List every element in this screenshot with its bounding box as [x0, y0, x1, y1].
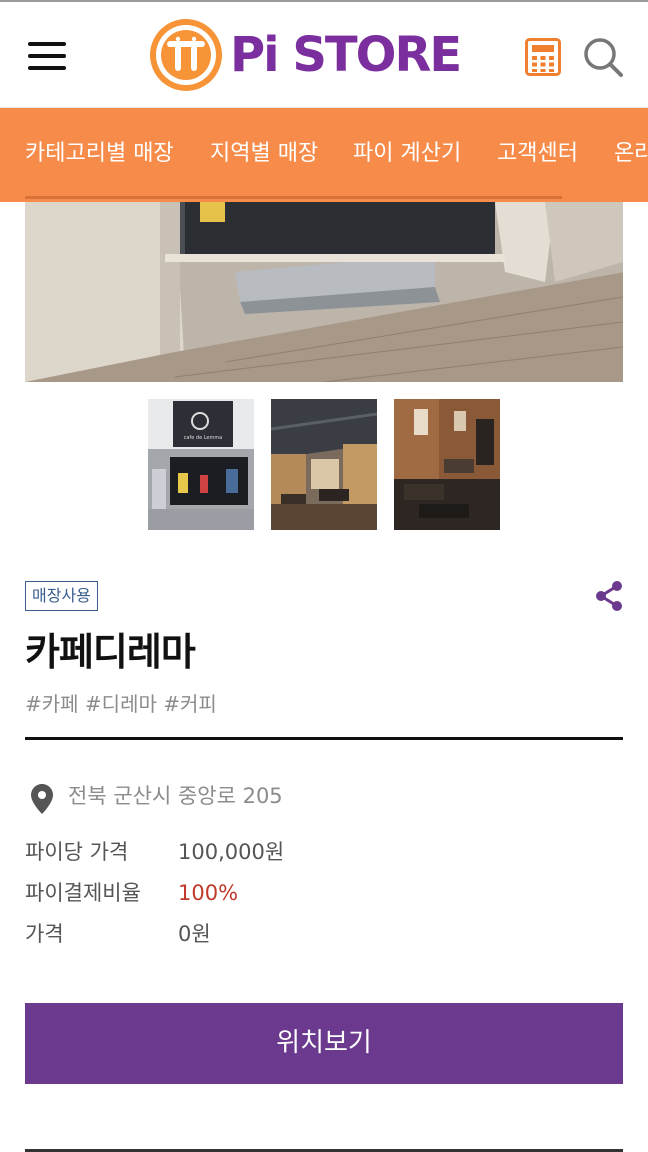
nav-item-online[interactable]: 온라: [614, 138, 648, 170]
pi-payment-ratio-label: 파이결제비율: [25, 881, 141, 905]
nav-item-category-stores[interactable]: 카테고리별 매장: [25, 138, 174, 170]
pi-payment-ratio-value: 100%: [178, 881, 239, 905]
price-value: 0원: [178, 922, 211, 946]
app-header: Pi STORE: [0, 0, 648, 108]
price-label: 가격: [25, 922, 64, 946]
store-main-photo: [25, 202, 623, 382]
view-location-button[interactable]: 위치보기: [25, 1003, 623, 1084]
location-pin-icon: [31, 784, 53, 814]
pi-logo-icon: [150, 19, 222, 91]
nav-item-region-stores[interactable]: 지역별 매장: [210, 138, 318, 170]
share-icon[interactable]: [593, 580, 625, 612]
thumbnail-storefront[interactable]: cafe de Lemma: [148, 399, 254, 530]
thumbnail-interior-1[interactable]: [271, 399, 377, 530]
thumbnail-sign-text: cafe de Lemma: [184, 435, 223, 441]
nav-item-customer-center[interactable]: 고객센터: [497, 138, 578, 170]
price-per-pi-value: 100,000원: [178, 840, 285, 864]
search-icon[interactable]: [582, 36, 624, 78]
section-divider: [25, 737, 623, 740]
thumbnail-interior-2[interactable]: [394, 399, 500, 530]
store-usage-badge: 매장사용: [25, 581, 98, 611]
menu-icon[interactable]: [28, 42, 66, 70]
logo-text: Pi STORE: [230, 27, 462, 83]
category-nav: 카테고리별 매장 지역별 매장 파이 계산기 고객센터 온라: [0, 108, 648, 202]
site-logo[interactable]: Pi STORE: [150, 19, 462, 91]
price-per-pi-label: 파이당 가격: [25, 840, 129, 864]
nav-scroll-indicator: [25, 196, 562, 199]
calculator-icon[interactable]: [525, 38, 561, 76]
store-name: 카페디레마: [25, 630, 196, 674]
store-tags: #카페 #디레마 #커피: [25, 692, 217, 716]
nav-item-pi-calculator[interactable]: 파이 계산기: [353, 138, 461, 170]
store-address: 전북 군산시 중앙로 205: [68, 784, 283, 808]
